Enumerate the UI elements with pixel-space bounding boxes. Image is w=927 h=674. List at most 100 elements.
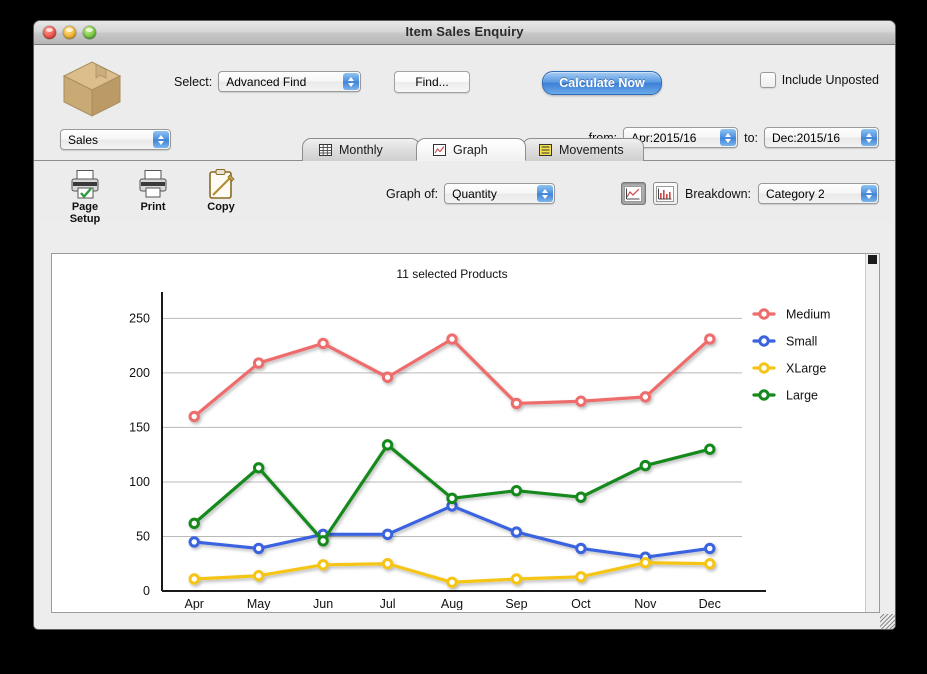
- line-chart-icon: [624, 185, 643, 202]
- legend-item-xlarge: XLarge: [752, 362, 826, 376]
- legend-label: Large: [786, 389, 818, 403]
- data-point: [317, 559, 329, 571]
- chevron-updown-icon: [861, 185, 877, 202]
- select-row: Select: Advanced Find: [174, 71, 362, 92]
- page-setup-tool[interactable]: Page Setup: [56, 167, 114, 225]
- query-toolbar: Select: Advanced Find Find... Calculate …: [34, 45, 895, 161]
- window-title: Item Sales Enquiry: [405, 24, 524, 39]
- x-axis-tick-label: Oct: [571, 597, 591, 610]
- graph-of-row: Graph of: Quantity: [386, 183, 556, 204]
- chart-scrollbar[interactable]: [865, 254, 879, 612]
- graph-of-label: Graph of:: [386, 186, 439, 201]
- tab-bar: Monthly Graph Movements: [34, 137, 895, 161]
- calculate-button-wrap: Calculate Now: [542, 71, 662, 95]
- legend-swatch-marker: [758, 362, 770, 374]
- chart-title: 11 selected Products: [396, 267, 507, 281]
- series-large: [188, 439, 716, 547]
- data-point: [510, 484, 523, 497]
- include-unposted-checkbox[interactable]: [759, 72, 776, 88]
- data-point: [252, 462, 265, 474]
- data-point: [575, 571, 587, 583]
- breakdown-dropdown[interactable]: Category 2: [758, 183, 879, 204]
- data-point: [510, 397, 523, 410]
- chart-canvas[interactable]: 11 selected Products 0 50 100 150 200 250 Apr Ma…: [52, 254, 866, 612]
- legend-label: XLarge: [786, 362, 826, 376]
- breakdown-label: Breakdown:: [684, 186, 751, 201]
- copy-tool[interactable]: Copy: [192, 167, 250, 213]
- breakdown-row: Breakdown: Category 2: [620, 182, 879, 205]
- legend-item-large: Large: [752, 389, 818, 403]
- data-point: [575, 395, 587, 407]
- data-point: [704, 333, 716, 345]
- clipboard-pencil-icon: [192, 167, 250, 200]
- series-xlarge: [188, 556, 716, 588]
- data-point: [446, 492, 458, 505]
- data-point: [639, 459, 652, 472]
- series-line: [192, 504, 712, 559]
- data-point: [381, 528, 394, 540]
- window-resize-grip[interactable]: [880, 614, 895, 629]
- tab-monthly[interactable]: Monthly: [302, 138, 420, 161]
- series-small: [188, 500, 716, 563]
- print-label: Print: [140, 201, 166, 213]
- data-point: [575, 542, 587, 555]
- data-point: [704, 542, 716, 555]
- legend-swatch-marker: [758, 335, 770, 347]
- package-icon: [62, 61, 122, 117]
- graph-of-dropdown[interactable]: Quantity: [444, 183, 556, 204]
- printer-icon: [124, 167, 182, 200]
- calculate-now-button[interactable]: Calculate Now: [542, 71, 662, 95]
- legend-item-small: Small: [752, 335, 817, 349]
- x-axis-tick-label: Aug: [441, 597, 463, 610]
- data-point: [510, 526, 523, 538]
- tab-movements[interactable]: Movements: [522, 138, 644, 161]
- line-chart-toggle[interactable]: [620, 182, 646, 205]
- data-point: [188, 410, 200, 423]
- data-point: [639, 391, 652, 403]
- x-axis-tick-label: Apr: [184, 597, 203, 610]
- data-point: [381, 371, 394, 383]
- bar-chart-icon: [656, 185, 675, 202]
- select-label: Select:: [174, 74, 213, 89]
- chevron-updown-icon: [343, 73, 360, 90]
- tab-graph[interactable]: Graph: [416, 138, 526, 161]
- include-unposted-row[interactable]: Include Unposted: [759, 72, 879, 88]
- select-dropdown-value: Advanced Find: [226, 74, 307, 89]
- list-icon: [539, 144, 552, 156]
- tab-movements-label: Movements: [559, 143, 624, 157]
- x-axis-tick-label: May: [247, 597, 271, 610]
- y-axis-tick-label: 0: [143, 584, 150, 598]
- data-point: [381, 439, 394, 451]
- chart-icon: [433, 143, 446, 156]
- select-dropdown[interactable]: Advanced Find: [218, 71, 362, 92]
- print-tool[interactable]: Print: [124, 167, 182, 213]
- bar-chart-toggle[interactable]: [652, 182, 678, 205]
- chevron-updown-icon: [537, 185, 554, 202]
- y-axis-tick-label: 50: [136, 529, 150, 543]
- sales-line-chart: 11 selected Products 0 50 100 150 200 250 Apr Ma…: [129, 267, 830, 610]
- find-button-wrap: Find...: [394, 71, 470, 93]
- include-unposted-label: Include Unposted: [781, 73, 879, 87]
- series-line: [192, 337, 712, 419]
- page-setup-label: Page Setup: [69, 201, 101, 225]
- grid-icon: [319, 144, 332, 156]
- app-window: Item Sales Enquiry Select: Advanced Find…: [33, 20, 896, 630]
- x-axis-tick-label: Sep: [505, 597, 527, 610]
- data-point: [446, 333, 458, 345]
- y-axis-tick-label: 200: [129, 366, 150, 380]
- find-button[interactable]: Find...: [394, 71, 470, 93]
- data-point: [252, 570, 265, 582]
- legend-item-medium: Medium: [752, 308, 830, 322]
- data-point: [317, 337, 329, 350]
- legend-swatch-marker: [758, 389, 770, 401]
- x-axis-tick-label: Jul: [380, 597, 396, 610]
- tab-graph-label: Graph: [453, 142, 488, 157]
- data-point: [575, 491, 587, 503]
- graph-toolbar: Page Setup Print Copy Graph of: Quantity…: [34, 161, 895, 225]
- data-point: [446, 576, 458, 588]
- data-point: [704, 558, 716, 570]
- y-axis-tick-label: 100: [129, 475, 150, 489]
- graph-of-value: Quantity: [452, 186, 497, 201]
- copy-label: Copy: [207, 201, 235, 213]
- window-titlebar[interactable]: Item Sales Enquiry: [34, 21, 895, 45]
